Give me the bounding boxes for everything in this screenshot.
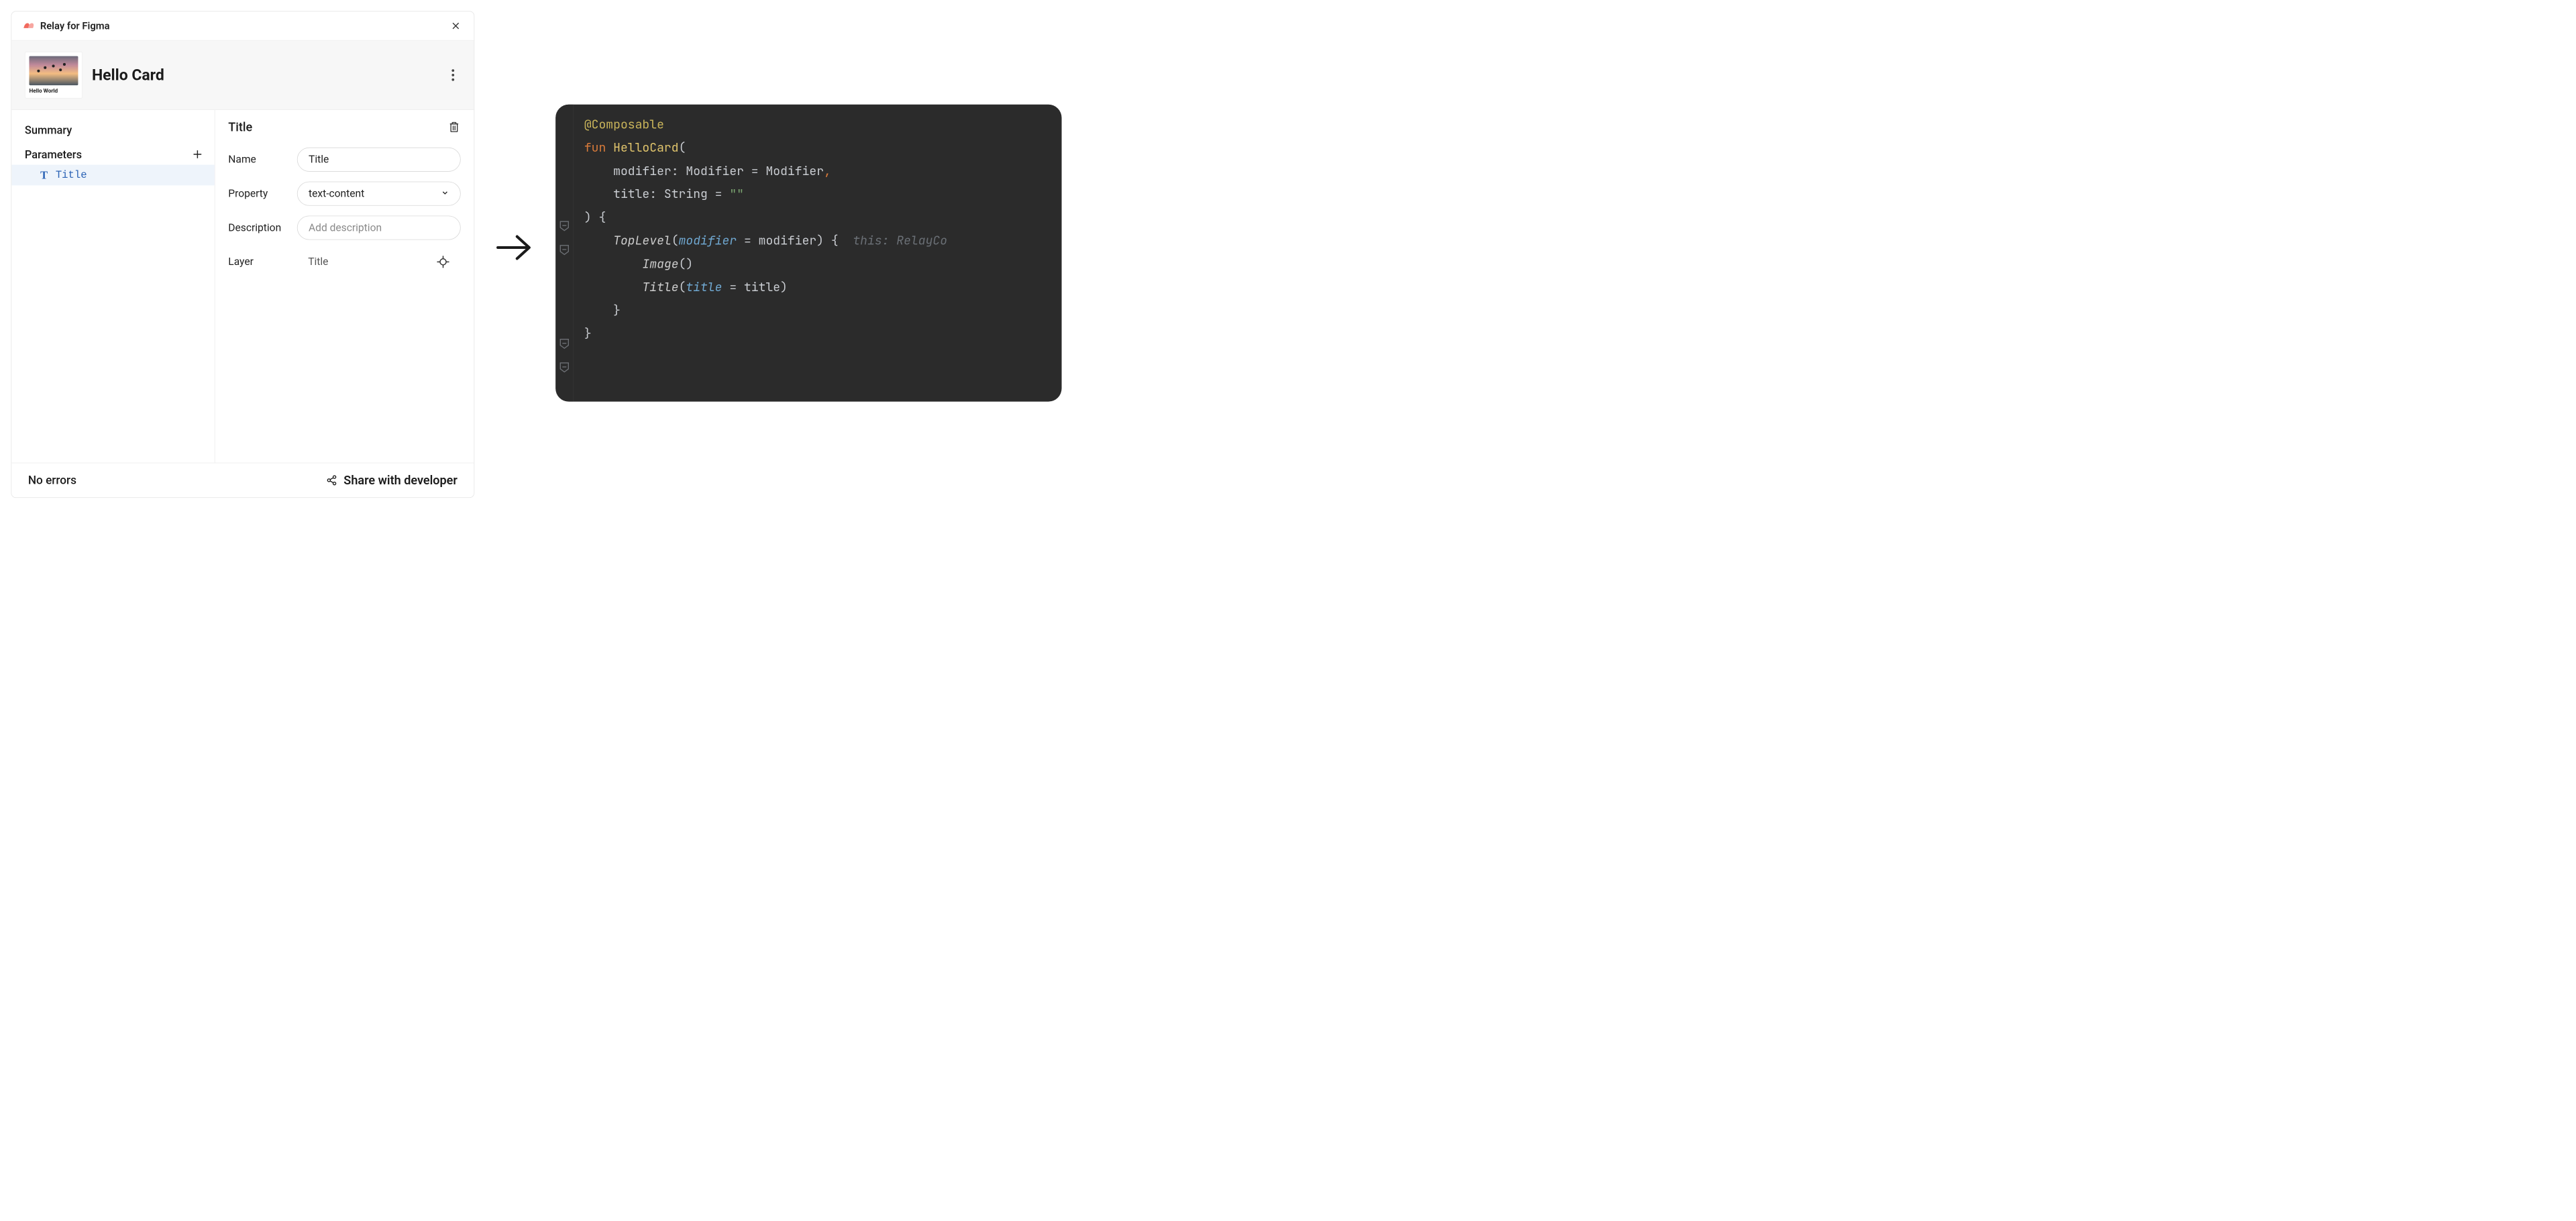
- thumbnail-caption: Hello World: [29, 85, 78, 94]
- code-top-level: TopLevel: [613, 233, 672, 249]
- footer: No errors Share with developer: [11, 463, 474, 498]
- code-annotation: @Composable: [584, 116, 664, 132]
- code-fun-kw: fun: [584, 140, 606, 156]
- layer-value: Title: [308, 256, 328, 268]
- share-label: Share with developer: [343, 473, 458, 487]
- delete-parameter-button[interactable]: [447, 121, 461, 134]
- relay-logo-icon: [22, 21, 36, 30]
- description-placeholder: Add description: [309, 221, 382, 233]
- name-label: Name: [228, 154, 288, 166]
- chevron-down-icon: [441, 188, 449, 200]
- parameter-item-title[interactable]: T Title: [11, 165, 215, 186]
- layer-label: Layer: [228, 256, 288, 268]
- description-label: Description: [228, 221, 288, 233]
- code-string-default: "": [729, 186, 744, 202]
- more-vert-icon: [451, 69, 455, 81]
- code-inlay-hint: this: RelayCo: [853, 233, 947, 249]
- component-thumbnail: Hello World: [25, 52, 83, 99]
- property-select-value: text-content: [309, 188, 364, 200]
- close-icon: [451, 21, 461, 31]
- code-block: @Composable fun HelloCard( modifier: Mod…: [573, 105, 1061, 402]
- parameter-item-label: Title: [56, 169, 87, 181]
- fold-marker-icon: [558, 361, 570, 373]
- code-fn-name: HelloCard: [613, 140, 678, 156]
- description-input[interactable]: Add description: [297, 215, 461, 240]
- fold-marker-icon: [558, 244, 570, 256]
- arrow-right-icon: [495, 231, 533, 265]
- code-mod-param: modifier: [613, 163, 672, 179]
- code-preview-panel: @Composable fun HelloCard( modifier: Mod…: [555, 105, 1061, 402]
- titlebar: Relay for Figma: [11, 11, 474, 40]
- target-icon: [437, 256, 449, 268]
- code-title-param: title: [613, 186, 649, 202]
- code-title-call: Title: [642, 279, 678, 295]
- add-icon: [193, 149, 203, 160]
- footer-status: No errors: [28, 474, 76, 487]
- code-named-arg-modifier: modifier: [679, 233, 737, 249]
- sidebar-parameters-heading: Parameters: [25, 148, 82, 160]
- fold-marker-icon: [558, 219, 570, 231]
- name-input-value: Title: [309, 154, 329, 166]
- titlebar-title: Relay for Figma: [40, 20, 110, 32]
- code-mod-type: Modifier: [686, 163, 744, 179]
- text-icon: T: [39, 168, 49, 181]
- code-arg-modifier: modifier: [759, 233, 817, 249]
- property-label: Property: [228, 188, 288, 200]
- more-options-button[interactable]: [445, 67, 461, 83]
- code-arg-title: title: [744, 279, 780, 295]
- share-with-developer-button[interactable]: Share with developer: [326, 473, 458, 487]
- detail-panel: Title Name Title: [215, 110, 474, 463]
- layer-value-row: Title: [297, 250, 461, 274]
- component-title: Hello Card: [92, 66, 164, 84]
- code-string-type: String: [664, 186, 708, 202]
- fold-marker-icon: [558, 337, 570, 350]
- plugin-window: Relay for Figma Hello World Hello Card: [11, 11, 474, 498]
- close-button[interactable]: [448, 18, 464, 34]
- add-parameter-button[interactable]: [191, 148, 205, 161]
- property-select[interactable]: text-content: [297, 182, 461, 206]
- name-input[interactable]: Title: [297, 148, 461, 172]
- locate-layer-button[interactable]: [437, 255, 450, 268]
- sidebar-parameters-row: Parameters: [11, 144, 215, 164]
- sidebar-summary-heading[interactable]: Summary: [11, 120, 215, 144]
- thumbnail-image: [29, 56, 78, 85]
- code-mod-default: Modifier: [765, 163, 824, 179]
- code-image-call: Image: [642, 256, 678, 272]
- trash-icon: [449, 121, 460, 133]
- component-header: Hello World Hello Card: [11, 41, 474, 110]
- code-named-arg-title: title: [686, 279, 722, 295]
- sidebar: Summary Parameters T Title: [11, 110, 215, 463]
- code-gutter: [555, 105, 573, 402]
- detail-title: Title: [228, 120, 252, 134]
- share-icon: [326, 475, 337, 486]
